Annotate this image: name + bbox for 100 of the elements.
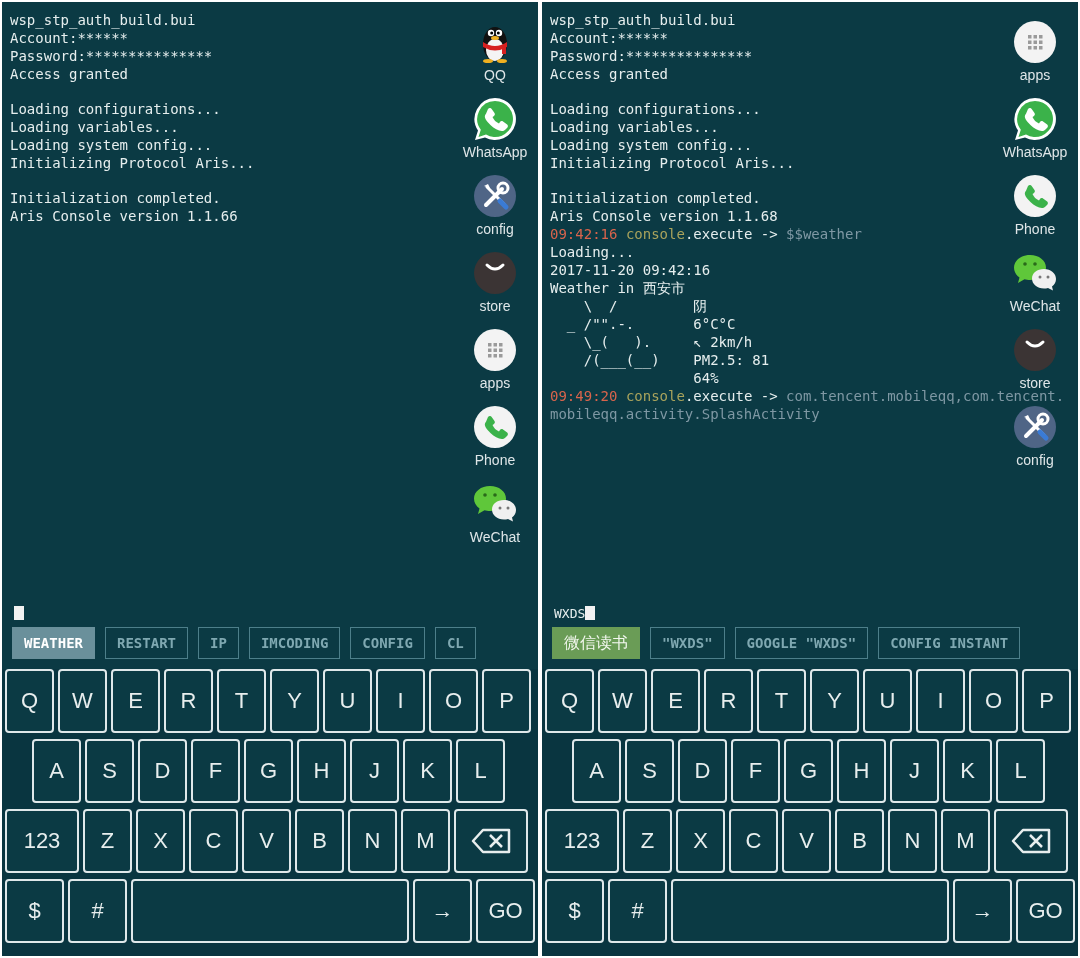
phone-icon [473,405,517,449]
app-launcher[interactable]: apps [998,20,1072,83]
phone-bubble-icon [473,97,517,141]
keyboard-key[interactable]: 123 [545,809,619,873]
keyboard-key[interactable]: # [68,879,127,943]
keyboard-key[interactable]: M [941,809,990,873]
app-launcher[interactable]: WhatsApp [458,97,532,160]
keyboard-key[interactable]: I [376,669,425,733]
keyboard-key[interactable]: H [837,739,886,803]
keyboard-key[interactable]: W [598,669,647,733]
keyboard-key[interactable]: P [482,669,531,733]
suggestion-chip[interactable]: CONFIG [350,627,425,659]
keyboard-key[interactable]: $ [5,879,64,943]
keyboard-key[interactable]: Z [83,809,132,873]
keyboard-key[interactable]: S [85,739,134,803]
app-launcher[interactable]: Phone [458,405,532,468]
console-line: Aris Console version 1.1.68 [550,207,778,225]
keyboard-key[interactable]: Q [5,669,54,733]
keyboard-key[interactable]: M [401,809,450,873]
app-launcher[interactable]: QQ [458,20,532,83]
smile-icon [1013,328,1057,372]
keyboard-key[interactable]: K [403,739,452,803]
suggestion-chip[interactable]: "WXDS" [650,627,725,659]
keyboard-key[interactable]: W [58,669,107,733]
keyboard-key[interactable]: U [323,669,372,733]
keyboard-key[interactable]: Z [623,809,672,873]
suggestion-chip[interactable]: CONFIG INSTANT [878,627,1021,659]
keyboard-key[interactable]: I [916,669,965,733]
keyboard-key[interactable]: P [1022,669,1071,733]
app-launcher[interactable]: Phone [998,174,1072,237]
smile-icon [473,251,517,295]
keyboard-key[interactable]: F [191,739,240,803]
keyboard-key[interactable]: → [413,879,472,943]
keyboard-key[interactable]: K [943,739,992,803]
keyboard-key[interactable]: E [651,669,700,733]
console-line: Initializing Protocol Aris... [550,154,795,172]
keyboard-key[interactable]: D [138,739,187,803]
keyboard-key[interactable]: C [189,809,238,873]
keyboard-key[interactable]: J [350,739,399,803]
app-launcher[interactable]: WhatsApp [998,97,1072,160]
space-key[interactable] [131,879,409,943]
keyboard-key[interactable]: E [111,669,160,733]
keyboard-key[interactable]: R [164,669,213,733]
app-launcher[interactable]: config [458,174,532,237]
keyboard-key[interactable]: G [244,739,293,803]
keyboard-key[interactable]: T [757,669,806,733]
keyboard-key[interactable]: O [969,669,1018,733]
weather-value: 6°C°C [693,316,736,332]
keyboard-key[interactable]: N [888,809,937,873]
keyboard-key[interactable]: X [676,809,725,873]
weather-art: _ /"".-. [565,316,635,332]
app-launcher[interactable]: WeChat [998,251,1072,314]
keyboard-key[interactable]: → [953,879,1012,943]
keyboard-key[interactable]: O [429,669,478,733]
keyboard-key[interactable]: A [32,739,81,803]
keyboard-key[interactable]: D [678,739,727,803]
app-launcher[interactable]: apps [458,328,532,391]
suggestion-chip[interactable]: GOOGLE "WXDS" [734,627,869,659]
keyboard-key[interactable]: G [784,739,833,803]
console-line: Loading... [550,243,635,261]
suggestion-chip[interactable]: IMCODING [248,627,341,659]
keyboard-key[interactable]: # [608,879,667,943]
keyboard-key[interactable]: S [625,739,674,803]
keyboard-key[interactable]: V [242,809,291,873]
app-launcher[interactable]: WeChat [458,482,532,545]
app-launcher[interactable]: store [458,251,532,314]
backspace-key[interactable] [994,809,1068,873]
keyboard-key[interactable]: R [704,669,753,733]
keyboard-key[interactable]: X [136,809,185,873]
suggestion-chip[interactable]: IP [198,627,239,659]
weather-value: 64% [693,370,719,386]
app-launcher[interactable]: store [998,328,1072,391]
keyboard-key[interactable]: N [348,809,397,873]
keyboard-key[interactable]: Q [545,669,594,733]
keyboard-key[interactable]: V [782,809,831,873]
suggestion-chip[interactable]: RESTART [105,627,189,659]
console-line: Account:****** [550,29,668,47]
keyboard-key[interactable]: B [835,809,884,873]
keyboard-key[interactable]: Y [810,669,859,733]
keyboard-key[interactable]: Y [270,669,319,733]
space-key[interactable] [671,879,949,943]
keyboard-key[interactable]: B [295,809,344,873]
keyboard-key[interactable]: L [996,739,1045,803]
keyboard-key[interactable]: GO [476,879,535,943]
keyboard-key[interactable]: J [890,739,939,803]
keyboard-key[interactable]: 123 [5,809,79,873]
keyboard-key[interactable]: H [297,739,346,803]
grid-icon [1013,20,1057,64]
suggestion-chip[interactable]: CL [434,627,476,659]
keyboard-key[interactable]: $ [545,879,604,943]
keyboard-key[interactable]: C [729,809,778,873]
keyboard-key[interactable]: F [731,739,780,803]
keyboard-key[interactable]: U [863,669,912,733]
backspace-key[interactable] [454,809,528,873]
keyboard-key[interactable]: GO [1016,879,1075,943]
keyboard-key[interactable]: A [572,739,621,803]
keyboard-key[interactable]: L [456,739,505,803]
keyboard-key[interactable]: T [217,669,266,733]
command-input[interactable]: WXDS [554,605,1018,621]
weather-value: ↖ 2km/h [693,334,753,350]
